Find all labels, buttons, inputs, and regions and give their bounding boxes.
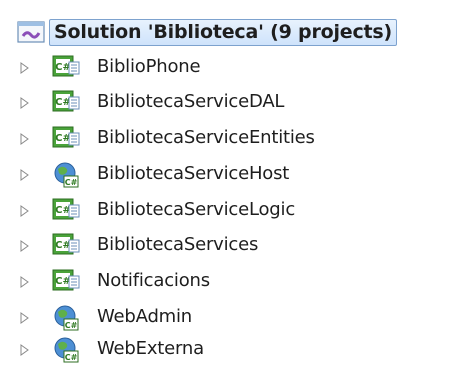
expand-arrow-icon[interactable] (19, 61, 31, 75)
expand-arrow-icon[interactable] (19, 204, 31, 218)
csharp-project-icon (51, 125, 81, 153)
csharp-web-project-icon (51, 336, 81, 364)
solution-icon (17, 21, 45, 43)
project-label: BibliotecaServiceHost (97, 163, 290, 184)
csharp-web-project-icon (51, 304, 81, 332)
project-label: WebAdmin (97, 306, 193, 327)
project-item-bibliotecaserviceentities[interactable]: BibliotecaServiceEntities (0, 122, 460, 156)
csharp-web-project-icon (51, 161, 81, 189)
solution-label: Solution 'Biblioteca' (9 projects) (49, 18, 398, 46)
csharp-project-icon (51, 89, 81, 117)
expand-arrow-icon[interactable] (19, 132, 31, 146)
expand-arrow-icon[interactable] (19, 96, 31, 110)
project-label: BiblioPhone (97, 56, 201, 77)
expand-arrow-icon[interactable] (19, 343, 31, 357)
project-item-bibliotecaservicehost[interactable]: BibliotecaServiceHost (0, 158, 460, 192)
project-label: WebExterna (97, 338, 204, 359)
project-label: Notificacions (97, 270, 210, 291)
csharp-project-icon (51, 54, 81, 82)
csharp-project-icon (51, 232, 81, 260)
solution-node[interactable]: Solution 'Biblioteca' (9 projects) (17, 18, 398, 46)
project-label: BibliotecaServiceEntities (97, 127, 315, 148)
expand-arrow-icon[interactable] (19, 168, 31, 182)
project-label: BibliotecaServiceLogic (97, 199, 296, 220)
project-item-bibliotecaservices[interactable]: BibliotecaServices (0, 229, 460, 263)
project-item-webadmin[interactable]: WebAdmin (0, 301, 460, 335)
project-item-webexterna[interactable]: WebExterna (0, 333, 460, 367)
project-item-bibliotecaservicedal[interactable]: BibliotecaServiceDAL (0, 86, 460, 120)
expand-arrow-icon[interactable] (19, 239, 31, 253)
project-label: BibliotecaServiceDAL (97, 91, 285, 112)
expand-arrow-icon[interactable] (19, 311, 31, 325)
project-item-bibliotecaservicelogic[interactable]: BibliotecaServiceLogic (0, 194, 460, 228)
csharp-project-icon (51, 268, 81, 296)
project-item-bibliophone[interactable]: BiblioPhone (0, 51, 460, 85)
project-label: BibliotecaServices (97, 234, 259, 255)
solution-explorer-tree: Solution 'Biblioteca' (9 projects) Bibli… (0, 0, 469, 367)
expand-arrow-icon[interactable] (19, 275, 31, 289)
project-item-notificacions[interactable]: Notificacions (0, 265, 460, 299)
csharp-project-icon (51, 197, 81, 225)
